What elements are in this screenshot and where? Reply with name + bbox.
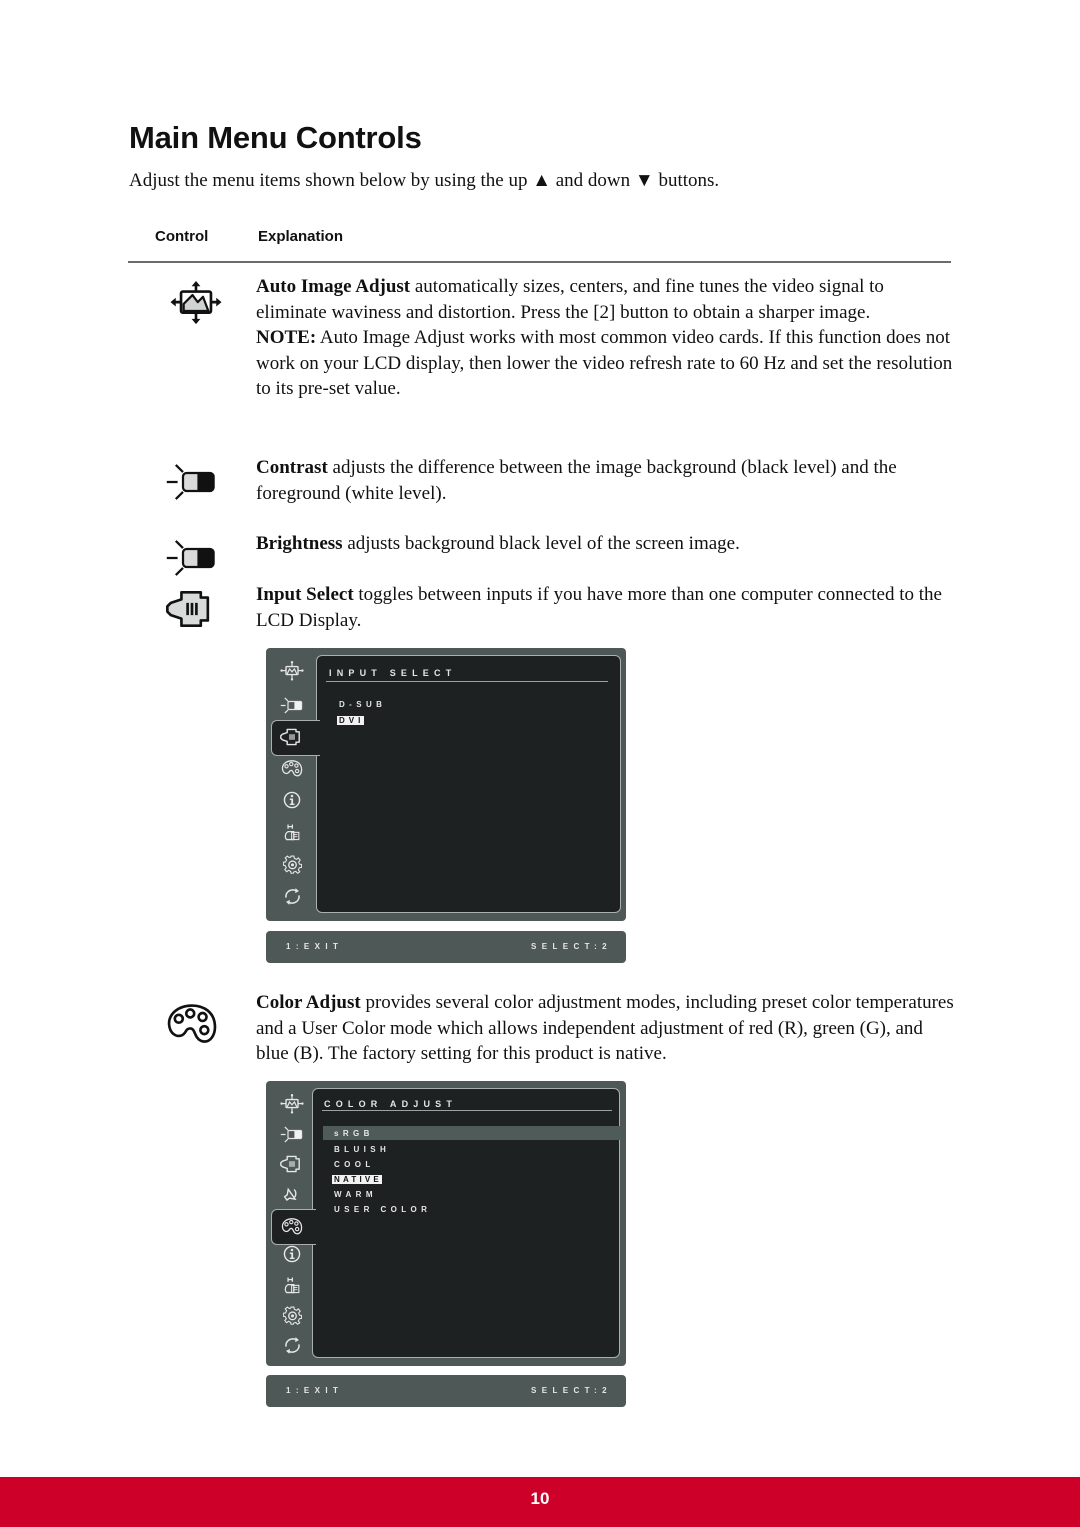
note-label: NOTE: (256, 327, 317, 348)
osd-information-icon[interactable] (275, 1241, 309, 1267)
osd-title-divider (322, 1110, 612, 1111)
auto-image-adjust-description: Auto Image Adjust automatically sizes, c… (256, 276, 953, 399)
osd-auto-image-adjust-icon[interactable] (275, 658, 309, 684)
osd-contrast-brightness-icon[interactable] (275, 692, 309, 718)
osd-input-select-content (316, 655, 621, 913)
term: Brightness (256, 533, 343, 554)
column-header-explanation: Explanation (258, 228, 344, 245)
term: Contrast (256, 457, 328, 478)
osd-color-adjust-icon[interactable] (275, 1213, 309, 1239)
osd-manual-image-adjust-icon[interactable] (275, 819, 309, 845)
osd-auto-image-adjust-icon[interactable] (275, 1091, 309, 1117)
osd-option-user-color[interactable]: USER COLOR (334, 1205, 431, 1214)
osd-memory-recall-icon[interactable] (275, 1332, 309, 1358)
page-number: 10 (530, 1489, 550, 1508)
color-adjust-description: Color Adjust provides several color adju… (256, 992, 954, 1064)
term: Input Select (256, 584, 354, 605)
osd-button-bar: 1:EXIT SELECT:2 (266, 1375, 626, 1407)
select-label: SELECT:2 (531, 942, 612, 951)
color-adjust-icon (165, 1002, 219, 1046)
osd-color-adjust-icon[interactable] (275, 755, 309, 781)
osd-option-dvi-selected[interactable]: DVI (337, 716, 365, 725)
select-label: SELECT:2 (531, 1386, 612, 1395)
page-title: Main Menu Controls (129, 120, 422, 155)
exit-label: 1:EXIT (286, 1386, 344, 1395)
term: Color Adjust (256, 992, 361, 1013)
auto-image-adjust-icon (165, 281, 227, 325)
osd-information-icon[interactable] (275, 787, 309, 813)
osd-title: INPUT SELECT (329, 668, 457, 678)
osd-setup-menu-icon[interactable] (275, 851, 309, 877)
osd-title: COLOR ADJUST (324, 1099, 458, 1109)
input-select-icon (165, 587, 219, 631)
osd-input-select-icon[interactable] (275, 724, 309, 750)
contrast-icon (165, 461, 219, 503)
osd-option-native-selected[interactable]: NATIVE (332, 1175, 382, 1184)
osd-option-warm[interactable]: WARM (334, 1190, 377, 1199)
osd-option-srgb[interactable]: sRGB (334, 1129, 374, 1138)
osd-setup-menu-icon[interactable] (275, 1302, 309, 1328)
brightness-icon (165, 537, 219, 579)
osd-input-select-icon[interactable] (275, 1151, 309, 1177)
contrast-description: Contrast adjusts the difference between … (256, 457, 897, 504)
osd-manual-image-adjust-icon[interactable] (275, 1272, 309, 1298)
exit-label: 1:EXIT (286, 942, 344, 951)
osd-option-dsub[interactable]: D-SUB (339, 700, 386, 709)
input-select-description: Input Select toggles between inputs if y… (256, 584, 942, 631)
brightness-description: Brightness adjusts background black leve… (256, 533, 740, 554)
osd-option-cool[interactable]: COOL (334, 1160, 375, 1169)
osd-memory-recall-icon[interactable] (275, 883, 309, 909)
osd-title-divider (326, 681, 608, 682)
osd-audio-adjust-icon[interactable] (275, 1181, 309, 1207)
header-divider (128, 261, 951, 263)
column-header-control: Control (155, 228, 209, 245)
osd-option-bluish[interactable]: BLUISH (334, 1145, 390, 1154)
intro-text: Adjust the menu items shown below by usi… (129, 170, 720, 191)
osd-button-bar: 1:EXIT SELECT:2 (266, 931, 626, 963)
term: Auto Image Adjust (256, 276, 411, 297)
osd-contrast-brightness-icon[interactable] (275, 1121, 309, 1147)
